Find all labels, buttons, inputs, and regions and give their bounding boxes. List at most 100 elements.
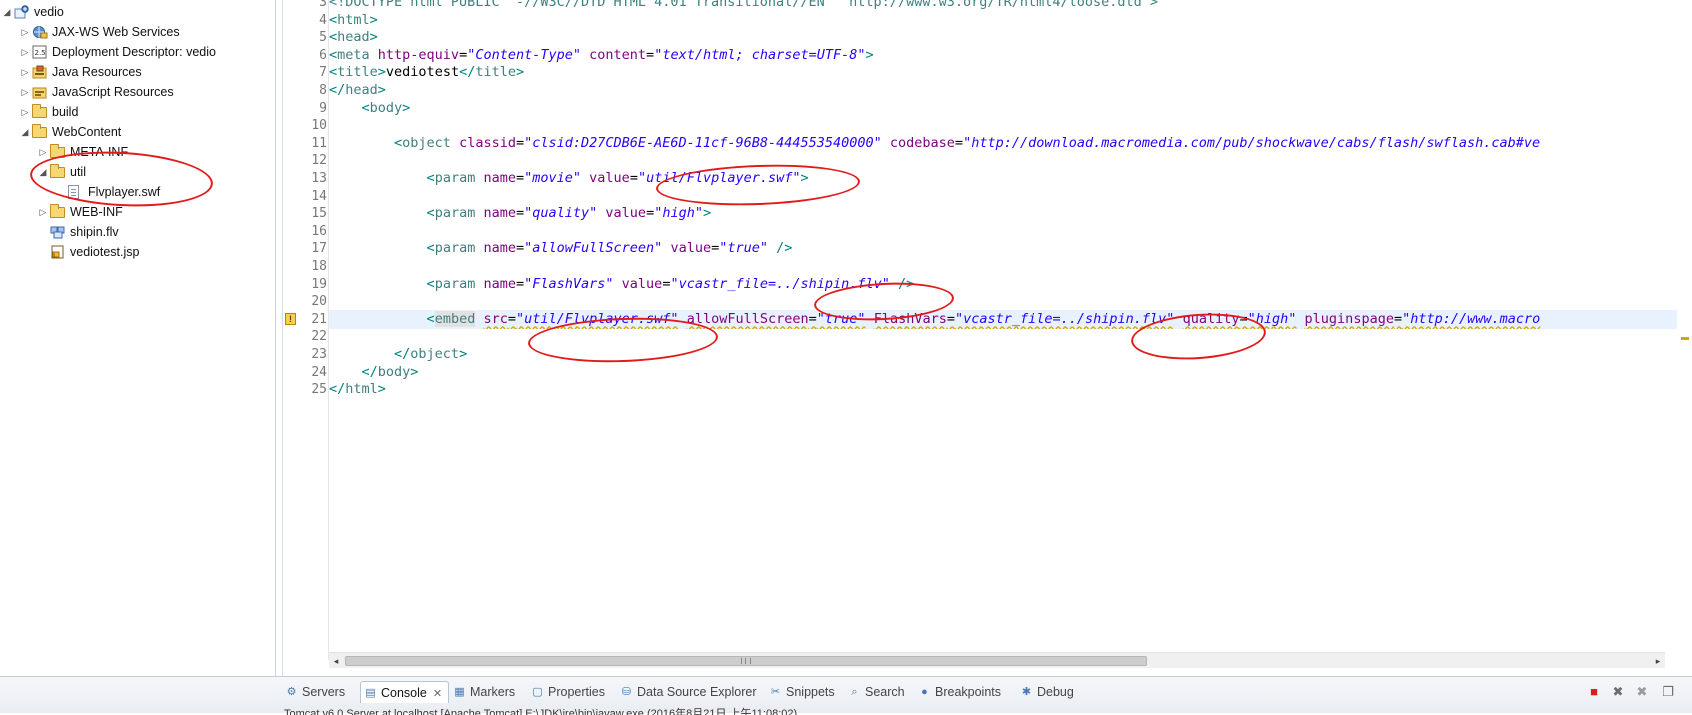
tree-item[interactable]: shipin.flv [0,222,270,242]
terminate-icon[interactable]: ■ [1586,684,1602,700]
line-number: 20 [311,294,327,310]
code-token: > [377,64,386,81]
code-token: < [329,11,338,28]
code-line[interactable] [329,257,1677,276]
code-token: = [808,310,817,327]
code-line[interactable]: </head> [329,81,1677,100]
code-line[interactable]: <param name="quality" value="high"> [329,204,1677,223]
tree-item[interactable]: ▷ WEB-INF [0,202,270,222]
code-token: > [369,29,378,46]
view-tab[interactable]: ✂ Snippets [766,681,841,703]
code-token: > [410,363,419,380]
code-token: "allowFullScreen" [524,240,663,257]
code-line[interactable]: <title>vediotest</title> [329,63,1677,82]
tree-item[interactable]: ◢ util [0,162,270,182]
view-tab-label: Properties [548,685,605,699]
code-line[interactable]: <param name="movie" value="util/Flvplaye… [329,169,1677,188]
view-tab[interactable]: ⛁ Data Source Explorer [617,681,763,703]
expand-open-icon[interactable]: ◢ [2,2,12,22]
vertical-ruler: ! [283,0,297,660]
remove-all-icon[interactable]: ✖ [1634,684,1650,700]
expand-closed-icon[interactable]: ▷ [20,22,30,42]
line-number: 10 [311,118,327,134]
copy-icon[interactable]: ❐ [1660,684,1676,700]
line-number: 9 [319,100,327,116]
warning-overview-mark[interactable] [1681,337,1689,340]
code-token: = [954,134,964,151]
warning-icon[interactable]: ! [285,312,296,325]
code-line[interactable]: <meta http-equiv="Content-Type" content=… [329,46,1677,65]
line-number: 19 [311,276,327,292]
view-tab[interactable]: ✱ Debug [1017,681,1080,703]
tree-item[interactable]: ▷ Java Resources [0,62,270,82]
view-tab[interactable]: ⚙ Servers [282,681,351,703]
view-tab[interactable]: ⌕ Search [845,681,911,703]
code-line[interactable]: <body> [329,99,1677,118]
code-line[interactable]: <param name="allowFullScreen" value="tru… [329,239,1677,258]
code-token: /> [898,275,915,292]
code-editor[interactable]: ! 3 4 5 6 7 8 9 10 11 12 13 14 15 16 17 18 19 20 21 22 23 24 2… [282,0,1692,676]
code-token: "vcastr_file=../shipin.flv" [954,310,1175,327]
close-icon[interactable]: ✕ [433,688,442,700]
code-token: param [434,170,484,186]
java-resources-icon [32,65,48,79]
view-tab-label: Debug [1037,685,1074,699]
code-line[interactable]: <object classid="clsid:D27CDB6E-AE6D-11c… [329,134,1677,153]
tree-item[interactable]: ▷ JavaScript Resources [0,82,270,102]
expand-closed-icon[interactable]: ▷ [20,42,30,62]
markers-icon: ▦ [454,686,465,698]
code-token: classid [459,134,516,151]
view-tab[interactable]: ▦ Markers [450,681,521,703]
expand-closed-icon[interactable]: ▷ [20,62,30,82]
view-tab[interactable]: ▢ Properties [528,681,611,703]
expand-closed-icon[interactable]: ▷ [20,102,30,122]
horizontal-scrollbar[interactable]: ◂ ▸ [329,652,1665,668]
scrollbar-thumb[interactable] [345,656,1147,666]
expand-open-icon[interactable]: ◢ [38,162,48,182]
code-line[interactable]: <html> [329,11,1677,30]
code-token: </ [329,82,346,98]
code-line[interactable] [329,327,1677,346]
remove-launch-icon[interactable]: ✖ [1610,684,1626,700]
expand-closed-icon[interactable]: ▷ [20,82,30,102]
tree-item[interactable]: ◢ vedio [0,2,270,22]
expand-closed-icon[interactable]: ▷ [38,202,48,222]
tree-item[interactable]: ▷ META-INF [0,142,270,162]
code-token: > [377,82,386,98]
folder-icon [32,124,47,138]
code-line[interactable]: </body> [329,363,1677,382]
expand-closed-icon[interactable]: ▷ [38,142,48,162]
scroll-left-icon[interactable]: ◂ [329,653,343,669]
tree-item[interactable]: Flvplayer.swf [0,182,270,202]
code-token: < [329,46,338,63]
code-line[interactable]: <param name="FlashVars" value="vcastr_fi… [329,275,1677,294]
view-tab[interactable]: ▤ Console ✕ [360,681,450,703]
code-token: = [1239,310,1248,327]
code-line[interactable]: </html> [329,380,1677,399]
code-token: = [1393,310,1403,327]
code-line[interactable]: </object> [329,345,1677,364]
view-tab[interactable]: ● Breakpoints [915,681,1007,703]
code-line[interactable] [329,292,1677,311]
tree-item[interactable]: Jvediotest.jsp [0,242,270,262]
tree-item[interactable]: ◢ WebContent [0,122,270,142]
debug-icon: ✱ [1021,686,1032,698]
code-line[interactable] [329,151,1677,170]
code-line[interactable] [329,222,1677,241]
code-line[interactable]: <embed src="util/Flvplayer.swf" allowFul… [329,309,1677,329]
code-line[interactable] [329,116,1677,135]
tree-item[interactable]: ▷ 2.5 Deployment Descriptor: vedio [0,42,270,62]
tree-item[interactable]: ▷ JAX-WS Web Services [0,22,270,42]
code-line[interactable] [329,187,1677,206]
tree-item[interactable]: ▷ build [0,102,270,122]
code-token: = [515,134,525,151]
code-line[interactable]: <head> [329,28,1677,47]
overview-ruler[interactable] [1678,0,1692,660]
code-token: title [475,64,516,81]
scroll-right-icon[interactable]: ▸ [1651,653,1665,669]
expand-open-icon[interactable]: ◢ [20,122,30,142]
